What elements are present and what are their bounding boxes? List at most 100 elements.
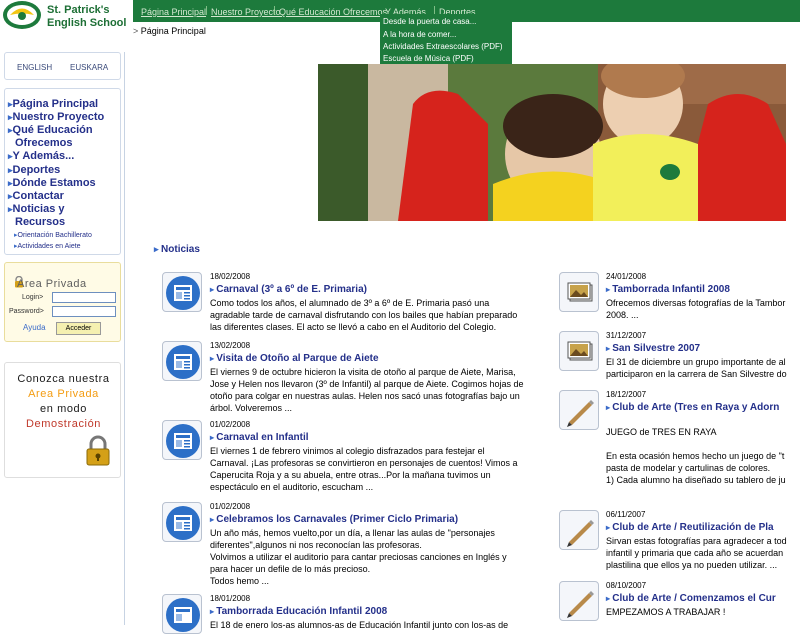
submenu-item-music[interactable]: Escuela de Música (PDF) — [383, 54, 474, 63]
news-item: 24/01/2008 ▸ Tamborrada Infantil 2008 Of… — [559, 272, 800, 324]
news-title-link[interactable]: ▸ Carnaval (3º a 6º de E. Primaria) — [210, 284, 367, 295]
news-item: 18/01/2008 ▸ Tamborrada Educación Infant… — [162, 594, 557, 634]
logo-line1: St. Patrick's — [47, 4, 110, 16]
newspaper-icon[interactable] — [162, 420, 202, 460]
photo-album-icon[interactable] — [559, 331, 599, 371]
news-title-link[interactable]: ▸ Celebramos los Carnavales (Primer Cicl… — [210, 514, 458, 525]
language-euskara[interactable]: EUSKARA — [70, 63, 108, 72]
submenu-item-door[interactable]: Desde la puerta de casa... — [383, 17, 476, 26]
demo-promo-box[interactable]: Conozca nuestra Area Privada en modo Dem… — [4, 362, 121, 478]
topnav-item-home[interactable]: Página Principal — [141, 7, 206, 17]
login-label: Login> — [22, 294, 44, 301]
password-label: Password> — [9, 308, 44, 315]
sidebar-item-ademas[interactable]: ▸Y Además... — [8, 150, 74, 162]
login-button[interactable]: Acceder — [56, 322, 101, 335]
news-title-link[interactable]: ▸ Club de Arte / Reutilización de Pla — [606, 522, 774, 533]
newspaper-icon[interactable] — [162, 341, 202, 381]
news-item: 01/02/2008 ▸ Celebramos los Carnavales (… — [162, 502, 557, 592]
sidebar-subitem-orientation[interactable]: ▸Orientación Bachillerato — [14, 231, 92, 239]
sidebar-item-deportes[interactable]: ▸Deportes — [8, 164, 60, 176]
sidebar-item-education-line2[interactable]: Ofrecemos — [15, 137, 72, 149]
news-date: 06/11/2007 — [606, 510, 646, 519]
news-summary: EMPEZAMOS A TRABAJAR ! — [606, 607, 726, 617]
sidebar-item-project[interactable]: ▸Nuestro Proyecto — [8, 111, 104, 123]
news-summary: El 18 de enero los-as alumnos-as de Educ… — [210, 620, 509, 630]
news-date: 24/01/2008 — [606, 272, 647, 281]
dropdown-submenu: Desde la puerta de casa... A la hora de … — [380, 14, 512, 64]
sidebar-menu: ▸Página Principal ▸Nuestro Proyecto ▸Qué… — [4, 88, 121, 255]
topnav-item-education[interactable]: Qué Educación Ofrecemos — [279, 7, 387, 17]
help-link[interactable]: Ayuda — [23, 323, 46, 332]
news-summary: El viernes 9 de octubre hicieron la visi… — [210, 367, 524, 413]
newspaper-icon[interactable] — [162, 502, 202, 542]
topnav-item-project[interactable]: Nuestro Proyecto — [211, 7, 281, 17]
news-title-link[interactable]: ▸ Visita de Otoño al Parque de Aiete — [210, 353, 379, 364]
newspaper-icon[interactable] — [162, 594, 202, 634]
news-item: 18/12/2007 ▸ Club de Arte (Tres en Raya … — [559, 390, 800, 506]
breadcrumb-current: Página Principal — [140, 26, 206, 36]
news-summary: El viernes 1 de febrero vinimos al coleg… — [210, 446, 518, 492]
news-title-link[interactable]: ▸ Club de Arte / Comenzamos el Cur — [606, 593, 776, 604]
language-english[interactable]: ENGLISH — [17, 63, 52, 72]
news-item: 18/02/2008 ▸ Carnaval (3º a 6º de E. Pri… — [162, 272, 557, 338]
logo-line2: English School — [47, 17, 127, 29]
sidebar-item-news[interactable]: ▸Noticias y — [8, 203, 65, 215]
breadcrumb: > Página Principal — [133, 26, 206, 36]
topnav-separator: | — [205, 6, 209, 16]
news-title-link[interactable]: ▸ San Silvestre 2007 — [606, 343, 700, 354]
news-title-link[interactable]: ▸ Tamborrada Infantil 2008 — [606, 284, 730, 295]
news-title-link[interactable]: ▸ Club de Arte (Tres en Raya y Adorn — [606, 402, 779, 413]
demo-line4: Demostración — [25, 418, 102, 430]
newspaper-icon[interactable] — [162, 272, 202, 312]
pencil-icon[interactable] — [559, 510, 599, 550]
news-date: 18/01/2008 — [210, 594, 251, 603]
children-on-slide-image — [318, 64, 786, 221]
photo-album-icon[interactable] — [559, 272, 599, 312]
submenu-item-lunch[interactable]: A la hora de comer... — [383, 30, 456, 39]
news-item: 13/02/2008 ▸ Visita de Otoño al Parque d… — [162, 341, 557, 419]
news-summary: JUEGO de TRES EN RAYA En esta ocasión he… — [606, 427, 786, 506]
breadcrumb-arrow: > — [133, 26, 139, 36]
login-input[interactable] — [52, 292, 116, 303]
news-item: 01/02/2008 ▸ Carnaval en Infantil El vie… — [162, 420, 557, 498]
news-summary: Sirvan estas fotografías para agradecer … — [606, 536, 787, 570]
header: Página Principal | Nuestro Proyecto | Qu… — [0, 0, 800, 64]
news-summary: Como todos los años, el alumnado de 3º a… — [210, 298, 518, 332]
submenu-item-activities[interactable]: Actividades Extraescolares (PDF) — [383, 42, 503, 51]
column-divider — [124, 52, 125, 625]
news-date: 31/12/2007 — [606, 331, 647, 340]
password-input[interactable] — [52, 306, 116, 317]
pencil-icon[interactable] — [559, 390, 599, 430]
demo-line2: Area Privada — [28, 388, 99, 400]
sidebar-item-location[interactable]: ▸Dónde Estamos — [8, 177, 96, 189]
news-summary: Un año más, hemos vuelto,por un día, a l… — [210, 528, 507, 586]
news-date: 13/02/2008 — [210, 341, 251, 350]
news-date: 18/12/2007 — [606, 390, 647, 399]
news-summary: El 31 de diciembre un grupo importante d… — [606, 357, 787, 379]
school-crest-icon — [3, 1, 41, 29]
sidebar-item-news-line2[interactable]: Recursos — [15, 216, 65, 228]
demo-line1: Conozca nuestra — [17, 373, 110, 385]
sidebar-item-contact[interactable]: ▸Contactar — [8, 190, 64, 202]
padlock-icon — [86, 435, 110, 466]
news-summary: Ofrecemos diversas fotografías de la Tam… — [606, 298, 786, 320]
topnav-separator: | — [273, 6, 277, 16]
news-title-link[interactable]: ▸ Carnaval en Infantil — [210, 432, 309, 443]
language-selector: ENGLISH EUSKARA — [4, 52, 121, 80]
news-heading: ▸ Noticias — [154, 244, 200, 255]
school-logo[interactable]: St. Patrick's English School — [0, 0, 133, 38]
news-date: 08/10/2007 — [606, 581, 647, 590]
sidebar-item-home[interactable]: ▸Página Principal — [8, 98, 98, 110]
news-date: 18/02/2008 — [210, 272, 251, 281]
news-date: 01/02/2008 — [210, 420, 251, 429]
news-date: 01/02/2008 — [210, 502, 251, 511]
news-item: 06/11/2007 ▸ Club de Arte / Reutilizació… — [559, 510, 800, 578]
news-title-link[interactable]: ▸ Tamborrada Educación Infantil 2008 — [210, 606, 387, 617]
news-item: 31/12/2007 ▸ San Silvestre 2007 El 31 de… — [559, 331, 800, 383]
private-area-title: Area Privada — [17, 278, 87, 290]
sidebar-item-education[interactable]: ▸Qué Educación — [8, 124, 93, 136]
sidebar-subitem-aiete[interactable]: ▸Actividades en Aiete — [14, 242, 81, 250]
private-area-login: Area Privada Login> Password> Ayuda Acce… — [4, 262, 121, 342]
pencil-icon[interactable] — [559, 581, 599, 621]
hero-photo — [318, 64, 786, 221]
